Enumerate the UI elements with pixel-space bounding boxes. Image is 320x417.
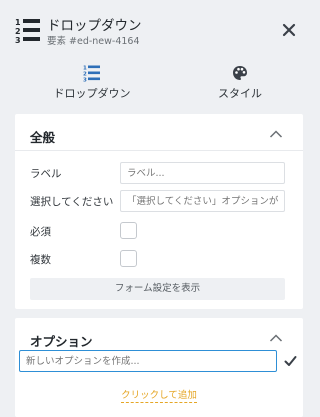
svg-text:2: 2 (15, 27, 21, 36)
select-prompt-input[interactable] (120, 190, 285, 212)
palette-icon (233, 66, 247, 80)
panel-header: 1 2 3 ドロップダウン 要素 #ed-new-4164 (0, 0, 319, 55)
label-field-label: ラベル (30, 168, 62, 180)
tab-style[interactable]: スタイル (190, 55, 290, 107)
add-option-link[interactable]: クリックして追加 (15, 387, 303, 403)
required-checkbox[interactable] (120, 222, 137, 239)
chevron-up-icon[interactable] (269, 129, 283, 139)
tab-dropdown-label: ドロップダウン (53, 87, 131, 100)
svg-text:1: 1 (15, 18, 21, 27)
add-option-link-text: クリックして追加 (121, 390, 197, 403)
panel-title: ドロップダウン (47, 18, 142, 34)
multiple-checkbox[interactable] (120, 250, 137, 267)
label-input[interactable] (120, 162, 285, 184)
chevron-up-icon[interactable] (269, 333, 283, 343)
divider (15, 150, 303, 151)
ordered-list-icon: 1 2 3 (15, 18, 40, 43)
section-title: オプション (30, 334, 93, 349)
general-section: 全般 ラベル 選択してください 必須 複数 フォーム設定を表示 (15, 114, 303, 309)
required-label: 必須 (30, 226, 51, 238)
svg-text:3: 3 (83, 78, 87, 83)
element-id: 要素 #ed-new-4164 (47, 36, 140, 47)
svg-text:3: 3 (15, 36, 21, 43)
options-section: オプション クリックして追加 (15, 318, 303, 417)
section-title: 全般 (30, 130, 56, 145)
close-icon[interactable] (281, 22, 297, 38)
tab-dropdown[interactable]: 1 2 3 ドロップダウン (42, 55, 142, 107)
tab-bar: 1 2 3 ドロップダウン スタイル (0, 55, 319, 107)
tab-style-label: スタイル (218, 87, 262, 100)
new-option-input[interactable] (19, 350, 277, 372)
form-settings-button[interactable]: フォーム設定を表示 (30, 278, 285, 300)
select-prompt-label: 選択してください (30, 196, 114, 208)
multiple-label: 複数 (30, 254, 51, 266)
ordered-list-icon: 1 2 3 (83, 65, 100, 83)
check-icon[interactable] (284, 355, 297, 367)
